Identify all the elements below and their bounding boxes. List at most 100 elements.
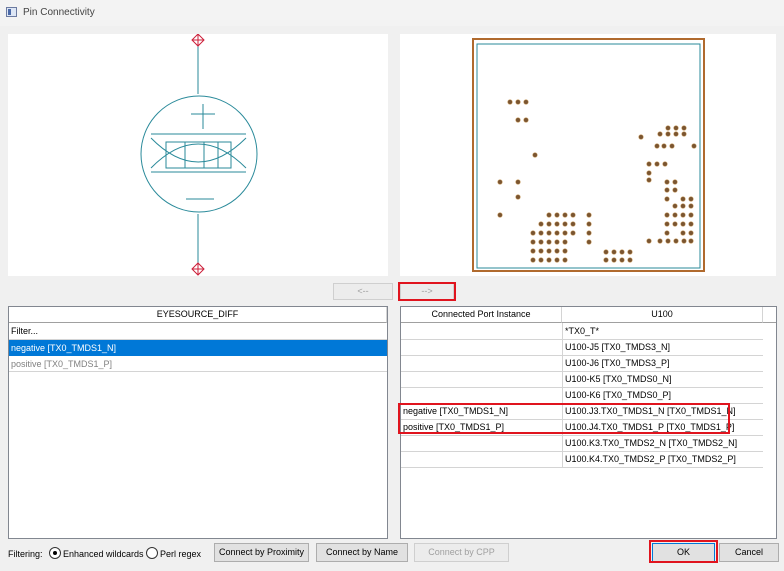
footprint-pad <box>691 143 697 149</box>
footprint-pad <box>586 230 592 236</box>
app-icon <box>6 7 17 17</box>
move-left-button[interactable]: <-- <box>333 283 393 300</box>
connect-by-proximity-button[interactable]: Connect by Proximity <box>214 543 309 562</box>
ok-button[interactable]: OK <box>652 543 715 562</box>
footprint-pad <box>554 257 560 263</box>
cancel-button[interactable]: Cancel <box>719 543 779 562</box>
connected-port-cell[interactable] <box>401 340 562 355</box>
list-item[interactable]: negative [TX0_TMDS1_N] <box>9 340 387 356</box>
footprint-pad <box>546 230 552 236</box>
footprint-pad <box>673 238 679 244</box>
connected-port-cell[interactable]: negative [TX0_TMDS1_N] <box>401 404 562 419</box>
footprint-pad <box>570 230 576 236</box>
connected-port-cell[interactable] <box>401 436 562 451</box>
footprint-pad <box>672 212 678 218</box>
footprint-pad <box>680 203 686 209</box>
radio-perl-regex[interactable] <box>146 547 158 559</box>
footprint-pad <box>680 212 686 218</box>
footprint-pad <box>497 179 503 185</box>
left-filter-input[interactable]: Filter... <box>9 323 387 339</box>
footprint-pad <box>562 239 568 245</box>
u100-pin-cell[interactable]: U100.J4.TX0_TMDS1_P [TX0_TMDS1_P] <box>563 420 763 435</box>
footprint-pad <box>657 238 663 244</box>
radio-enhanced-wildcards[interactable] <box>49 547 61 559</box>
footprint-pad <box>646 161 652 167</box>
footprint-pad <box>664 221 670 227</box>
footprint-pad <box>532 152 538 158</box>
footprint-pad <box>627 249 633 255</box>
footprint-pad <box>554 230 560 236</box>
column-header-u100[interactable]: U100 <box>562 307 763 323</box>
move-right-button[interactable]: --> <box>400 283 454 300</box>
footprint-pad <box>673 125 679 131</box>
footprint-pad <box>530 230 536 236</box>
u100-pin-cell[interactable]: U100-J6 [TX0_TMDS3_P] <box>563 356 763 371</box>
list-item[interactable]: positive [TX0_TMDS1_P] <box>9 356 387 372</box>
footprint-pad <box>688 196 694 202</box>
footprint-pad <box>646 177 652 183</box>
footprint-pad <box>688 238 694 244</box>
footprint-pad <box>681 131 687 137</box>
footprint-pad <box>538 230 544 236</box>
connected-port-cell[interactable] <box>401 372 562 387</box>
port-connection-table[interactable]: Connected Port Instance U100 *TX0_T* U10… <box>400 306 777 539</box>
connected-port-cell[interactable] <box>401 452 562 467</box>
footprint-pad <box>646 238 652 244</box>
footprint-pad <box>664 230 670 236</box>
footprint-pad <box>661 143 667 149</box>
footprint-pad <box>546 221 552 227</box>
footprint-pad <box>611 249 617 255</box>
symbol-pin-list[interactable]: EYESOURCE_DIFF Filter... negative [TX0_T… <box>8 306 388 539</box>
footprint-pad <box>586 239 592 245</box>
footprint-pad <box>570 221 576 227</box>
u100-pin-cell[interactable]: U100-J5 [TX0_TMDS3_N] <box>563 340 763 355</box>
u100-pin-cell[interactable]: U100.J3.TX0_TMDS1_N [TX0_TMDS1_N] <box>563 404 763 419</box>
enhanced-wildcards-label[interactable]: Enhanced wildcards <box>63 549 144 559</box>
title-bar[interactable]: Pin Connectivity <box>0 0 784 26</box>
symbol-pin-list-header[interactable]: EYESOURCE_DIFF <box>9 307 387 323</box>
footprint-pad <box>530 257 536 263</box>
perl-regex-label[interactable]: Perl regex <box>160 549 201 559</box>
footprint-pad <box>662 161 668 167</box>
window-title: Pin Connectivity <box>23 7 95 18</box>
footprint-pad <box>681 125 687 131</box>
footprint-pad <box>515 99 521 105</box>
pin-marker-bottom <box>191 262 205 276</box>
filtering-label: Filtering: <box>8 549 43 559</box>
footprint-pad <box>562 221 568 227</box>
footprint-pad <box>562 230 568 236</box>
footprint-pad <box>515 194 521 200</box>
footprint-pads <box>497 99 697 263</box>
footprint-pad <box>497 212 503 218</box>
footprint-pad <box>619 249 625 255</box>
u100-pin-cell[interactable]: U100.K4.TX0_TMDS2_P [TX0_TMDS2_P] <box>563 452 763 467</box>
footprint-pad <box>538 257 544 263</box>
footprint-pad <box>672 203 678 209</box>
footprint-pad <box>611 257 617 263</box>
footprint-pad <box>672 179 678 185</box>
connect-by-name-button[interactable]: Connect by Name <box>316 543 408 562</box>
footprint-pad <box>538 239 544 245</box>
footprint-pad <box>554 248 560 254</box>
connect-by-cpp-button[interactable]: Connect by CPP <box>414 543 509 562</box>
footprint-pad <box>562 212 568 218</box>
u100-pin-cell[interactable]: U100-K5 [TX0_TMDS0_N] <box>563 372 763 387</box>
connected-port-cell[interactable] <box>401 388 562 403</box>
footprint-graphic <box>472 38 705 272</box>
footprint-pad <box>680 196 686 202</box>
right-filter-input[interactable]: *TX0_T* <box>563 323 762 339</box>
column-header-connected-port[interactable]: Connected Port Instance <box>401 307 562 323</box>
u100-pin-cell[interactable]: U100-K6 [TX0_TMDS0_P] <box>563 388 763 403</box>
footprint-pad <box>546 239 552 245</box>
u100-pin-cell[interactable]: U100.K3.TX0_TMDS2_N [TX0_TMDS2_N] <box>563 436 763 451</box>
footprint-pad <box>523 117 529 123</box>
footprint-preview-pane <box>400 34 776 276</box>
column-header-empty <box>763 307 776 323</box>
divider <box>9 371 387 372</box>
footprint-pad <box>688 203 694 209</box>
connected-port-cell[interactable] <box>401 356 562 371</box>
footprint-pad <box>665 125 671 131</box>
connected-port-cell[interactable]: positive [TX0_TMDS1_P] <box>401 420 562 435</box>
footprint-pad <box>515 179 521 185</box>
footprint-pad <box>554 212 560 218</box>
